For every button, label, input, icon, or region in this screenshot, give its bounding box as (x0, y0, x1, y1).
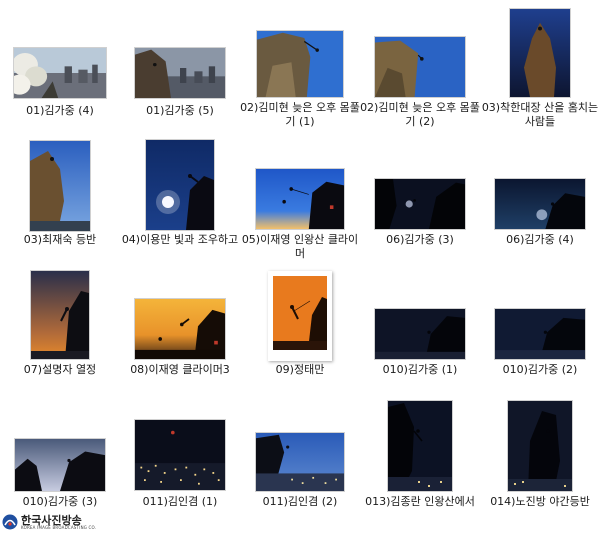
thumbnail-caption: 013)김종란 인왕산에서 (365, 495, 475, 508)
thumbnail-caption: 02)김미현 늦은 오후 몸풀기 (1) (240, 101, 360, 128)
thumbnail-image[interactable] (388, 401, 452, 491)
thumbnail-caption: 014)노진방 야간등반 (490, 495, 590, 508)
thumbnail-image[interactable] (135, 420, 225, 490)
thumbnail-image[interactable] (135, 48, 225, 98)
thumbnail-item[interactable]: 09)정태만 (240, 263, 360, 393)
thumbnail-image[interactable] (14, 48, 106, 98)
thumbnail-caption: 01)김가중 (5) (146, 104, 214, 117)
thumbnail-grid: 01)김가중 (4) 01)김가중 (5) 02)김미현 늦은 오후 몸풀기 ( (0, 0, 600, 533)
thumbnail-item[interactable]: 014)노진방 야간등반 (480, 393, 600, 533)
thumbnail-image[interactable] (508, 401, 572, 491)
thumbnail-image[interactable] (268, 271, 332, 361)
thumbnail-item[interactable]: 010)김가중 (2) (480, 263, 600, 393)
watermark-logo: 한국사진방송 KOREA IMAGE BROADCASTING CO. (2, 513, 96, 531)
broadcast-logo-icon (2, 514, 18, 530)
thumbnail-item[interactable]: 01)김가중 (4) (0, 0, 120, 140)
thumbnail-caption: 09)정태만 (275, 363, 325, 376)
thumbnail-caption: 011)김인겸 (2) (262, 495, 338, 508)
thumbnail-item[interactable]: 07)설명자 열정 (0, 263, 120, 393)
thumbnail-image[interactable] (495, 309, 585, 359)
thumbnail-caption: 08)이재영 클라이머3 (130, 363, 230, 376)
watermark-subtitle: KOREA IMAGE BROADCASTING CO. (21, 524, 97, 530)
thumbnail-image[interactable] (256, 433, 344, 491)
thumbnail-caption: 03)최재숙 등반 (23, 233, 97, 246)
thumbnail-image[interactable] (495, 179, 585, 229)
thumbnail-caption: 01)김가중 (4) (26, 104, 94, 117)
thumbnail-image[interactable] (146, 140, 214, 230)
thumbnail-item[interactable]: 06)김가중 (4) (480, 133, 600, 263)
thumbnail-image[interactable] (375, 309, 465, 359)
thumbnail-caption: 07)설명자 열정 (23, 363, 97, 376)
thumbnail-item[interactable]: 01)김가중 (5) (120, 0, 240, 140)
thumbnail-item[interactable]: 010)김가중 (1) (360, 263, 480, 393)
thumbnail-caption: 010)김가중 (1) (382, 363, 458, 376)
thumbnail-image[interactable] (510, 9, 570, 97)
thumbnail-caption: 05)이재영 인왕산 클라이머 (241, 233, 359, 260)
thumbnail-item[interactable]: 011)김인겸 (2) (240, 393, 360, 533)
thumbnail-caption: 010)김가중 (2) (502, 363, 578, 376)
thumbnail-image[interactable] (15, 439, 105, 491)
thumbnail-item[interactable]: 06)김가중 (3) (360, 133, 480, 263)
thumbnail-image[interactable] (256, 169, 344, 229)
thumbnail-caption: 06)김가중 (3) (386, 233, 454, 246)
thumbnail-item[interactable]: 011)김인겸 (1) (120, 393, 240, 533)
thumbnail-item[interactable]: 010)김가중 (3) (0, 393, 120, 533)
thumbnail-caption: 04)이용만 빛과 조우하고 (121, 233, 239, 246)
thumbnail-caption: 010)김가중 (3) (22, 495, 98, 508)
thumbnail-image[interactable] (31, 271, 89, 359)
thumbnail-item[interactable]: 03)최재숙 등반 (0, 133, 120, 263)
thumbnail-caption: 06)김가중 (4) (506, 233, 574, 246)
thumbnail-image[interactable] (375, 179, 465, 229)
thumbnail-item[interactable]: 05)이재영 인왕산 클라이머 (240, 133, 360, 263)
thumbnail-image[interactable] (257, 31, 343, 97)
thumbnail-item[interactable]: 02)김미현 늦은 오후 몸풀기 (2) (360, 0, 480, 140)
thumbnail-caption: 011)김인겸 (1) (142, 495, 218, 508)
thumbnail-caption: 02)김미현 늦은 오후 몸풀기 (2) (360, 101, 480, 128)
watermark-title: 한국사진방송 (21, 513, 82, 527)
thumbnail-item[interactable]: 03)착한대장 산을 홈치는 사람들 (480, 0, 600, 140)
thumbnail-image[interactable] (375, 37, 465, 97)
thumbnail-image[interactable] (30, 141, 90, 231)
thumbnail-caption: 03)착한대장 산을 홈치는 사람들 (481, 101, 599, 128)
thumbnail-item[interactable]: 02)김미현 늦은 오후 몸풀기 (1) (240, 0, 360, 140)
thumbnail-item[interactable]: 013)김종란 인왕산에서 (360, 393, 480, 533)
thumbnail-image[interactable] (135, 299, 225, 359)
thumbnail-item[interactable]: 04)이용만 빛과 조우하고 (120, 133, 240, 263)
thumbnail-item[interactable]: 08)이재영 클라이머3 (120, 263, 240, 393)
